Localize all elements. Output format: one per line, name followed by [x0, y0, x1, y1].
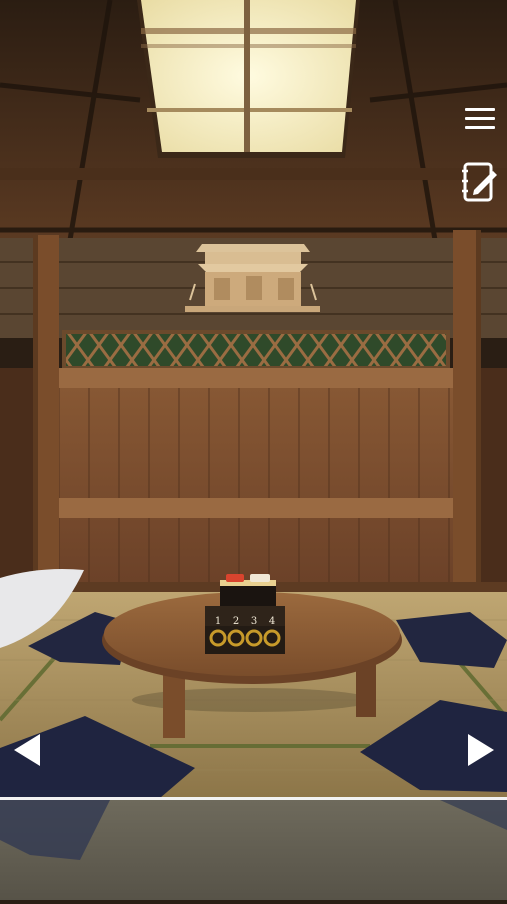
lock-digit-4: 4: [269, 616, 275, 627]
left-arrow-icon[interactable]: [8, 728, 48, 772]
notepad-pencil-icon[interactable]: [460, 158, 500, 206]
skylight: [137, 0, 360, 158]
kamidana-shrine[interactable]: [185, 244, 320, 312]
right-arrow-icon[interactable]: [460, 728, 500, 772]
item-bar: [0, 800, 507, 900]
hamburger-menu-icon[interactable]: [460, 100, 500, 136]
lock-digit-2: 2: [233, 616, 239, 627]
combination-lock-box[interactable]: 1 2 3 4: [205, 606, 285, 654]
lock-digit-3: 3: [251, 616, 257, 627]
lock-digit-1: 1: [215, 616, 221, 627]
game-scene: 1 2 3 4: [0, 0, 507, 800]
